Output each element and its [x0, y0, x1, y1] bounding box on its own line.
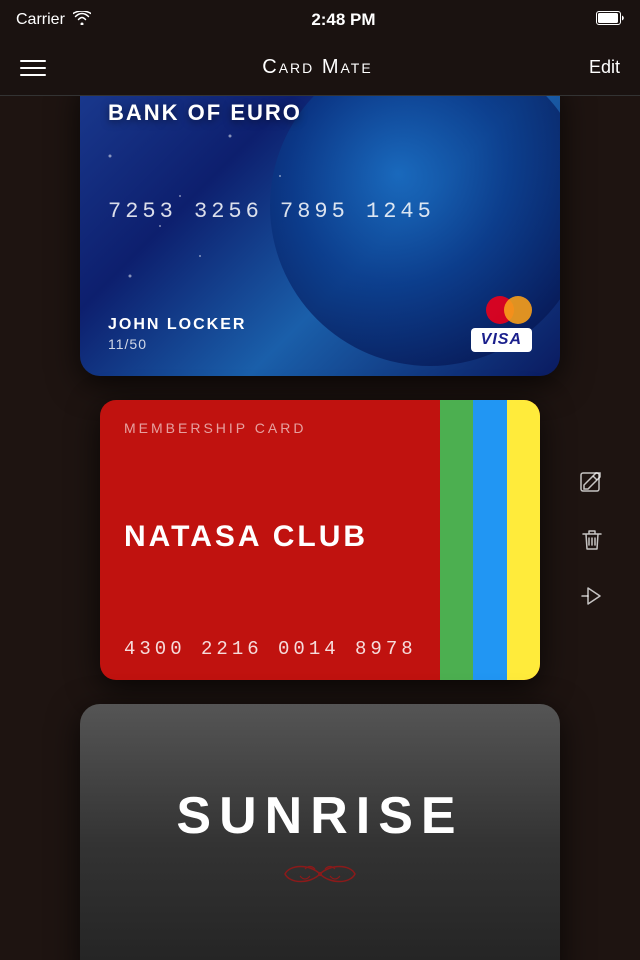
status-left: Carrier	[16, 11, 91, 30]
share-card-button[interactable]	[574, 578, 610, 614]
delete-card-button[interactable]	[574, 522, 610, 558]
card-actions	[574, 466, 610, 614]
sunrise-card-row: SUNRISE	[0, 704, 640, 960]
trash-icon	[578, 526, 606, 554]
bank-card[interactable]: BANK OF EURO 7253 3256 7895 1245 JOHN LO…	[80, 96, 560, 376]
menu-line-2	[20, 67, 46, 69]
menu-button[interactable]	[20, 60, 46, 76]
edit-icon	[578, 470, 606, 498]
wifi-icon	[73, 11, 91, 30]
menu-line-1	[20, 60, 46, 62]
holder-name: JOHN LOCKER	[108, 316, 246, 334]
card-holder-info: JOHN LOCKER 11/50	[108, 316, 246, 352]
carrier-label: Carrier	[16, 11, 65, 29]
share-icon	[578, 582, 606, 610]
card-logos: VISA	[471, 296, 532, 352]
mc-circle-right	[504, 296, 532, 324]
edit-card-button[interactable]	[574, 466, 610, 502]
card-expiry: 11/50	[108, 336, 246, 352]
membership-card[interactable]: MEMBERSHIP CARD NATASA CLUB 4300 2216 00…	[100, 400, 540, 680]
edit-button[interactable]: Edit	[589, 57, 620, 78]
membership-card-number: 4300 2216 0014 8978	[124, 638, 516, 660]
sunrise-brand-name: SUNRISE	[176, 786, 463, 846]
bank-name: BANK OF EURO	[108, 100, 532, 126]
nav-bar: Card Mate Edit	[0, 40, 640, 96]
card-bottom: JOHN LOCKER 11/50 VISA	[108, 296, 532, 352]
sunrise-card[interactable]: SUNRISE	[80, 704, 560, 960]
status-bar: Carrier 2:48 PM	[0, 0, 640, 40]
visa-logo: VISA	[471, 328, 532, 352]
menu-line-3	[20, 74, 46, 76]
status-right	[596, 11, 624, 30]
sunrise-ornament	[280, 854, 360, 903]
visa-text: VISA	[481, 331, 522, 348]
app-title: Card Mate	[262, 56, 372, 79]
cards-container: BANK OF EURO 7253 3256 7895 1245 JOHN LO…	[0, 96, 640, 960]
bank-card-row: BANK OF EURO 7253 3256 7895 1245 JOHN LO…	[0, 96, 640, 376]
mastercard-logo	[486, 296, 532, 324]
status-time: 2:48 PM	[311, 10, 375, 30]
battery-icon	[596, 11, 624, 30]
card-number: 7253 3256 7895 1245	[108, 199, 532, 224]
membership-card-type: MEMBERSHIP CARD	[124, 420, 516, 436]
club-name: NATASA CLUB	[124, 520, 516, 554]
membership-card-row: MEMBERSHIP CARD NATASA CLUB 4300 2216 00…	[0, 400, 640, 680]
